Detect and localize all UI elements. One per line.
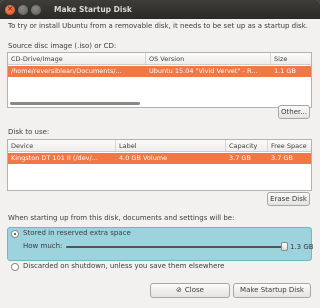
disk-table-header: Device Label Capacity Free Space [8,140,311,152]
column-header-os-version[interactable]: OS Version [146,53,271,64]
column-header-free-space[interactable]: Free Space [268,140,311,151]
window-title: Make Startup Disk [54,5,132,14]
startup-section-label: When starting up from this disk, documen… [8,214,235,222]
option-discard-label[interactable]: Discarded on shutdown, unless you save t… [23,262,224,270]
erase-disk-button[interactable]: Erase Disk [267,192,310,206]
slider-handle[interactable] [281,242,288,251]
intro-text: To try or install Ubuntu from a removabl… [8,22,308,30]
source-size: 1.1 GB [274,67,296,75]
title-bar: ✕ Make Startup Disk [0,0,320,19]
radio-discard-on-shutdown[interactable] [11,263,19,271]
disk-label: 4.0 GB Volume [119,154,168,162]
disk-row-selected[interactable]: Kingston DT 101 II (/dev/... 4.0 GB Volu… [8,153,311,164]
source-os-version: Ubuntu 15.04 "Vivid Vervet" - R... [149,67,258,75]
close-icon: ⊘ [176,286,182,294]
disk-section-label: Disk to use: [8,128,50,136]
column-header-label[interactable]: Label [116,140,226,151]
how-much-slider[interactable] [66,242,288,251]
disk-table: Device Label Capacity Free Space Kingsto… [7,139,312,191]
column-header-device[interactable]: Device [8,140,116,151]
source-table: CD-Drive/Image OS Version Size /home/rev… [7,52,312,108]
make-startup-disk-window: ✕ Make Startup Disk To try or install Ub… [0,0,320,308]
disk-capacity: 3.7 GB [229,154,251,162]
make-startup-disk-button[interactable]: Make Startup Disk [233,283,311,298]
how-much-slider-area [0,227,320,261]
dialog-content: To try or install Ubuntu from a removabl… [0,19,320,308]
column-header-cd-drive[interactable]: CD-Drive/Image [8,53,146,64]
source-section-label: Source disc image (.iso) or CD: [8,42,117,50]
source-horizontal-scrollbar[interactable] [10,102,140,105]
disk-free-space: 3.7 GB [271,154,293,162]
close-button[interactable]: ⊘ Close [150,283,230,298]
slider-fill [66,246,286,248]
column-header-size[interactable]: Size [271,53,311,64]
reserved-amount-value: 1.3 GB [290,243,314,251]
source-row-selected[interactable]: /home/reversiblean/Documents/... Ubuntu … [8,66,311,77]
close-button-label: Close [184,286,204,294]
source-image-path: /home/reversiblean/Documents/... [11,67,122,75]
disk-device: Kingston DT 101 II (/dev/... [11,154,98,162]
source-table-header: CD-Drive/Image OS Version Size [8,53,311,65]
minimize-window-icon[interactable] [18,4,28,15]
column-header-capacity[interactable]: Capacity [226,140,268,151]
close-window-icon[interactable]: ✕ [5,4,15,15]
other-button[interactable]: Other... [278,105,310,119]
maximize-window-icon[interactable] [31,4,41,15]
